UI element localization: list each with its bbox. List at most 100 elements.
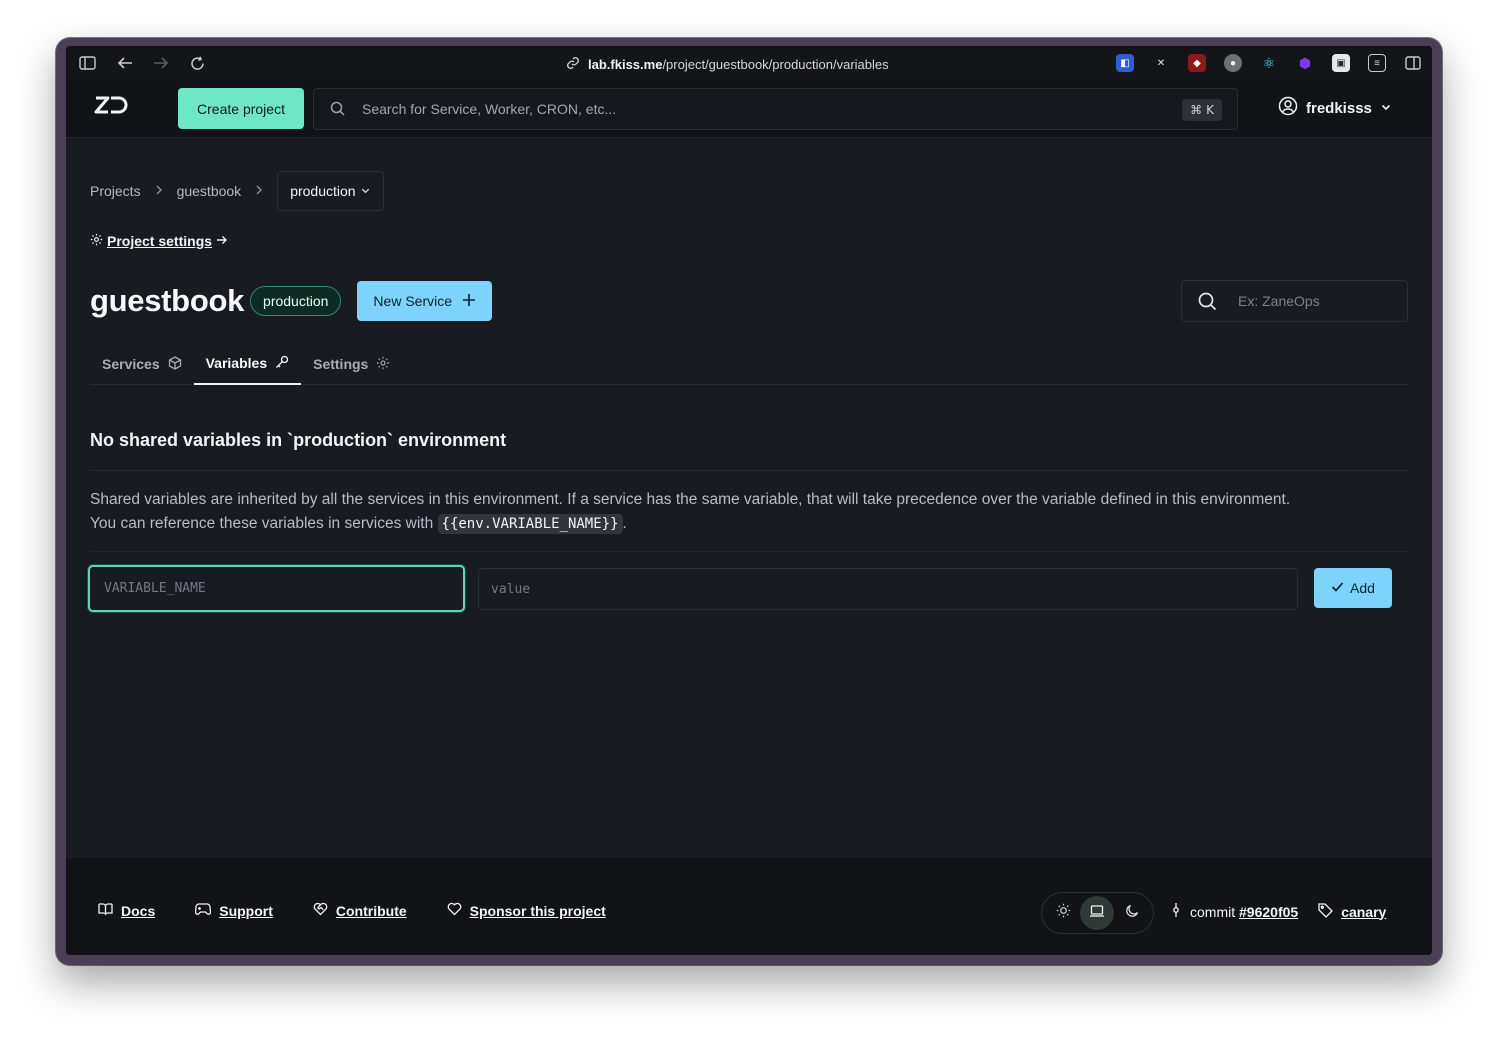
laptop-icon	[1089, 904, 1105, 923]
variable-value-input[interactable]	[478, 568, 1298, 610]
description-line-2-prefix: You can reference these variables in ser…	[90, 515, 438, 532]
git-commit-icon	[1172, 902, 1180, 921]
global-search-input[interactable]: Search for Service, Worker, CRON, etc...…	[313, 88, 1238, 130]
search-icon	[330, 101, 345, 121]
version-info: commit #9620f05 canary	[1172, 902, 1386, 921]
description-line-2-suffix: .	[622, 515, 627, 532]
tab-settings[interactable]: Settings	[301, 343, 402, 385]
chevron-right-icon	[155, 184, 163, 198]
url-path: /project/guestbook/production/variables	[662, 56, 889, 72]
split-view-icon[interactable]	[1404, 54, 1422, 72]
release-channel-link[interactable]: canary	[1318, 902, 1387, 921]
environment-select-value: production	[290, 183, 356, 199]
app-header: Create project Search for Service, Worke…	[66, 80, 1432, 138]
footer-links: Docs Support Contribute Sponsor this pro…	[98, 902, 606, 919]
box-icon	[168, 355, 182, 373]
link-icon	[566, 56, 580, 73]
commit-hash-link[interactable]: #9620f05	[1239, 904, 1298, 920]
sponsor-label: Sponsor this project	[469, 902, 606, 919]
sponsor-link[interactable]: Sponsor this project	[447, 902, 606, 919]
book-icon	[98, 902, 113, 919]
add-label: Add	[1350, 580, 1375, 596]
shortcut-key: K	[1206, 103, 1214, 117]
search-placeholder: Search for Service, Worker, CRON, etc...	[362, 101, 617, 117]
user-menu[interactable]: fredkisss	[1278, 92, 1392, 124]
docs-label: Docs	[121, 902, 156, 919]
browser-window: lab.fkiss.me/project/guestbook/productio…	[56, 38, 1442, 965]
address-bar[interactable]: lab.fkiss.me/project/guestbook/productio…	[566, 55, 889, 73]
plus-icon	[462, 293, 476, 310]
tab-services-label: Services	[102, 356, 160, 372]
tag-icon	[1318, 902, 1334, 921]
heart-handshake-icon	[313, 902, 328, 919]
add-variable-button[interactable]: Add	[1314, 568, 1392, 608]
breadcrumb-projects[interactable]: Projects	[90, 183, 141, 199]
divider	[90, 551, 1408, 552]
contribute-label: Contribute	[335, 902, 407, 919]
chevron-down-icon	[1380, 100, 1392, 117]
tab-services[interactable]: Services	[90, 343, 194, 385]
zaneops-logo[interactable]	[94, 94, 128, 116]
breadcrumb: Projects guestbook production	[90, 171, 384, 211]
url-host: lab.fkiss.me	[588, 56, 663, 72]
browser-content: lab.fkiss.me/project/guestbook/productio…	[66, 46, 1432, 955]
project-tabs: Services Variables Settings	[90, 343, 1408, 385]
project-settings-label: Project settings	[107, 233, 213, 249]
gear-icon	[376, 356, 390, 373]
chevron-down-icon	[360, 183, 371, 199]
username: fredkisss	[1306, 99, 1372, 117]
sun-icon	[1056, 903, 1071, 923]
extension-ublock-icon[interactable]: ◆	[1188, 54, 1206, 72]
chevron-right-icon	[255, 184, 263, 198]
moon-icon	[1125, 904, 1139, 923]
check-icon	[1331, 580, 1344, 596]
env-reference-code: {{env.VARIABLE_NAME}}	[437, 514, 623, 534]
sidebar-toggle-icon[interactable]	[78, 54, 96, 72]
service-filter-input[interactable]: Ex: ZaneOps	[1181, 280, 1408, 322]
gear-icon	[90, 233, 103, 249]
system-theme-button[interactable]	[1080, 896, 1115, 930]
description-line-1: Shared variables are inherited by all th…	[90, 491, 1291, 508]
heart-icon	[447, 902, 462, 919]
extension-window-icon[interactable]: ▣	[1332, 54, 1350, 72]
user-avatar-icon	[1278, 96, 1298, 120]
create-project-button[interactable]: Create project	[178, 88, 304, 129]
extension-shield-icon[interactable]: ◧	[1116, 54, 1134, 72]
project-settings-link[interactable]: Project settings	[90, 233, 228, 249]
back-icon[interactable]	[116, 54, 134, 72]
release-channel-label: canary	[1341, 903, 1387, 920]
environment-select[interactable]: production	[277, 171, 384, 211]
reload-icon[interactable]	[188, 54, 206, 72]
variable-name-input[interactable]	[88, 565, 465, 612]
arrow-right-icon	[216, 233, 228, 249]
extension-owl-icon[interactable]: ●	[1224, 54, 1242, 72]
extension-hexagon-icon[interactable]: ⬢	[1296, 54, 1314, 72]
tab-variables[interactable]: Variables	[193, 343, 302, 385]
page-title: guestbook	[90, 283, 245, 318]
variables-description: Shared variables are inherited by all th…	[90, 488, 1408, 536]
new-service-button[interactable]: New Service	[357, 281, 493, 321]
extension-list-icon[interactable]: ≡	[1368, 54, 1386, 72]
new-service-label: New Service	[373, 293, 453, 309]
empty-variables-title: No shared variables in `production` envi…	[90, 430, 507, 450]
footer: Docs Support Contribute Sponsor this pro…	[66, 857, 1432, 955]
theme-toggle	[1041, 892, 1154, 934]
contribute-link[interactable]: Contribute	[313, 902, 407, 919]
dark-theme-button[interactable]	[1115, 896, 1149, 930]
filter-placeholder: Ex: ZaneOps	[1238, 293, 1320, 309]
light-theme-button[interactable]	[1046, 896, 1080, 930]
extension-ghost-icon[interactable]: ✕	[1152, 54, 1170, 72]
extension-react-icon[interactable]: ⚛	[1260, 54, 1278, 72]
forward-icon[interactable]	[152, 54, 170, 72]
command-key-icon: ⌘	[1190, 103, 1203, 117]
extensions-bar: ◧ ✕ ◆ ● ⚛ ⬢ ▣ ≡	[1116, 54, 1422, 72]
tab-variables-label: Variables	[205, 355, 268, 371]
divider	[90, 470, 1408, 471]
search-shortcut: ⌘ K	[1182, 99, 1222, 121]
project-title-row: guestbook production New Service	[90, 280, 493, 322]
docs-link[interactable]: Docs	[98, 902, 155, 919]
support-link[interactable]: Support	[195, 902, 273, 919]
environment-badge: production	[250, 286, 342, 316]
breadcrumb-project[interactable]: guestbook	[177, 183, 242, 199]
search-icon	[1198, 292, 1217, 316]
